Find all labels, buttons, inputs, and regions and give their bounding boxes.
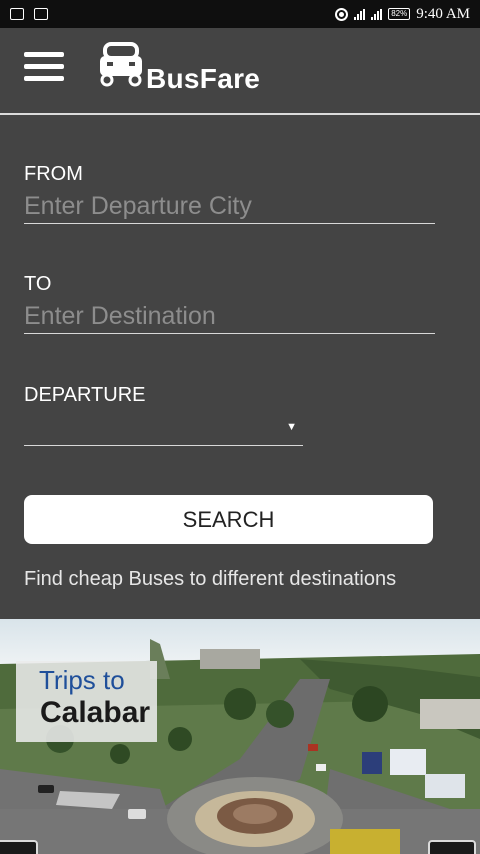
- banner-prev-control[interactable]: [0, 840, 38, 854]
- car-icon: [100, 42, 142, 87]
- signal-icon: [354, 8, 366, 20]
- message-icon: [10, 8, 24, 20]
- tagline: Find cheap Buses to different destinatio…: [24, 568, 397, 590]
- from-label: FROM: [24, 163, 83, 185]
- image-icon: [34, 8, 48, 20]
- banner-caption: Trips to Calabar: [16, 661, 157, 742]
- to-input[interactable]: [24, 300, 435, 334]
- status-bar: 82% 9:40 AM: [0, 0, 480, 28]
- from-input[interactable]: [24, 190, 435, 224]
- hotspot-icon: [335, 7, 349, 21]
- dropdown-arrow-icon: ▼: [286, 421, 297, 433]
- search-button[interactable]: SEARCH: [24, 495, 433, 544]
- banner-caption-line2: Calabar: [40, 696, 151, 729]
- battery-level: 82%: [391, 9, 408, 18]
- app-title: BusFare: [146, 63, 261, 94]
- departure-label: DEPARTURE: [24, 384, 146, 406]
- departure-select[interactable]: ▼: [24, 412, 303, 446]
- hamburger-menu-icon[interactable]: [24, 52, 64, 82]
- header-divider: [0, 113, 480, 115]
- battery-icon: 82%: [388, 8, 411, 20]
- status-time: 9:40 AM: [416, 5, 470, 22]
- banner-caption-line1: Trips to: [39, 665, 125, 695]
- destination-banner[interactable]: Trips to Calabar: [0, 619, 480, 854]
- app-bar: BusFare: [0, 28, 480, 112]
- banner-next-control[interactable]: [428, 840, 476, 854]
- to-label: TO: [24, 273, 52, 295]
- signal-icon: [371, 8, 383, 20]
